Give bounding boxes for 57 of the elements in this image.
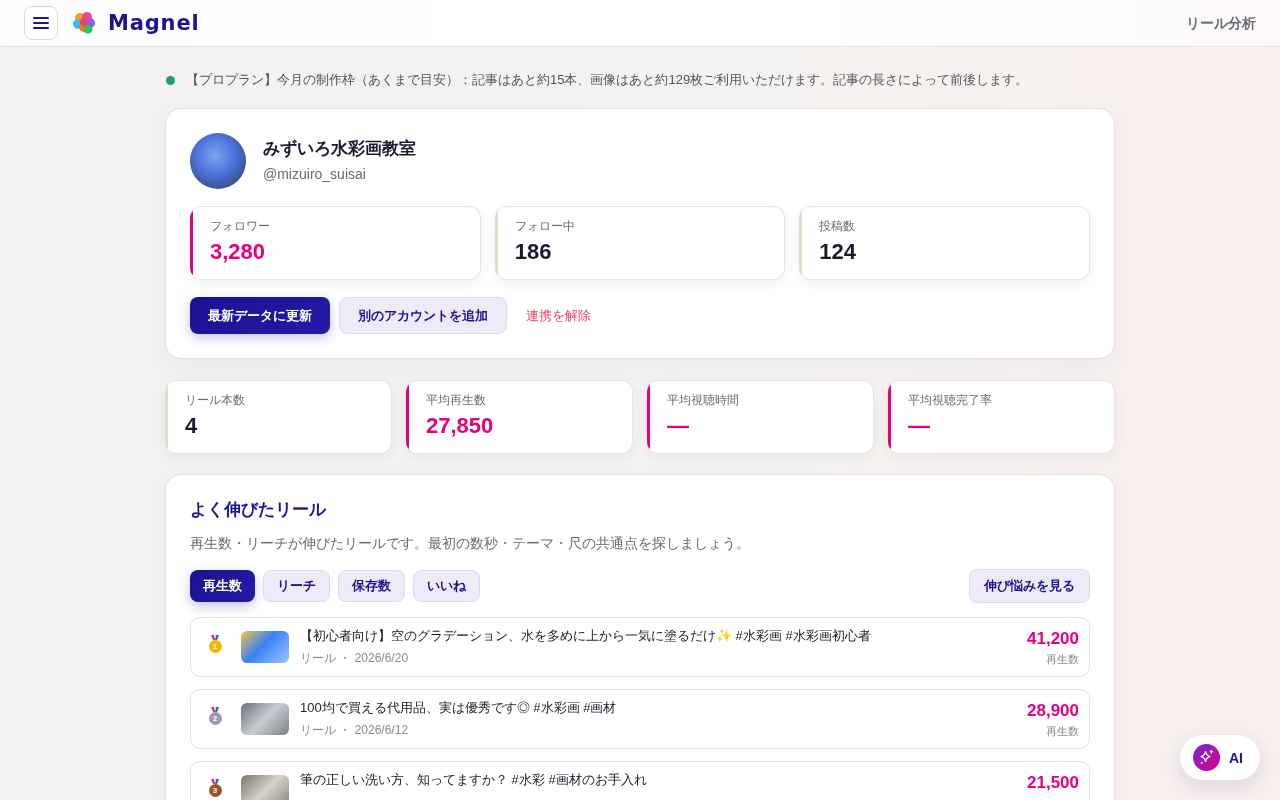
ribbon-icon — [211, 707, 219, 712]
stat-label: 平均視聴時間 — [667, 392, 739, 408]
refresh-button[interactable]: 最新データに更新 — [190, 297, 330, 334]
reel-meta: リール ・ 2026/6/20 — [300, 650, 410, 666]
rank-medal: 3 — [208, 784, 222, 797]
logo-text: Magnel — [108, 11, 200, 35]
stat-value: 124 — [819, 238, 857, 266]
reel-unit: 再生数 — [1046, 724, 1079, 739]
reel-value: 28,900 — [1027, 700, 1079, 722]
reel-meta: リール ・ 2026/6/12 — [300, 722, 410, 738]
rank-medal: 2 — [208, 712, 222, 725]
add-account-button[interactable]: 別のアカウントを追加 — [339, 297, 507, 334]
rank-medal: 1 — [208, 640, 222, 653]
stat-value: 3,280 — [210, 238, 267, 266]
menu-icon — [33, 17, 49, 29]
reel-card[interactable]: 1 【初心者向け】空のグラデーション、水を多めに上から一気に塗るだけ✨ #水彩画 #水彩画初心者 リール ・ 2026/6/20 41,200 再生数 — [190, 617, 1090, 677]
stat-value: 186 — [514, 238, 553, 266]
reel-value: 21,500 — [1027, 772, 1079, 794]
reel-card[interactable]: 2 100均で買える代用品、実は優秀です◎ #水彩画 #画材 リール ・ 2026/6/12 28,900 再生数 — [190, 689, 1090, 749]
account-handle: @mizuiro_suisai — [263, 164, 367, 184]
account-name: みずいろ水彩画教室 — [263, 138, 416, 159]
stat-label: 平均視聴完了率 — [908, 392, 992, 408]
metric-tab[interactable]: いいね — [413, 570, 480, 602]
logo-icon — [73, 12, 95, 34]
metric-tab[interactable]: リーチ — [263, 570, 330, 602]
plan-notice: 【プロプラン】今月の制作枠（あくまで目安）：記事はあと約15本、画像はあと約129枚ご利用いただけます。記事の長さによって前後します。 — [186, 71, 1029, 89]
menu-button[interactable] — [24, 6, 58, 40]
metric-tab[interactable]: 再生数 — [190, 570, 255, 602]
ribbon-icon — [211, 635, 219, 640]
section-title: よく伸びたリール — [190, 499, 328, 521]
low-performers-button[interactable]: 伸び悩みを見る — [969, 569, 1090, 603]
stat-label: フォロワー — [210, 218, 270, 234]
stat-label: フォロー中 — [514, 218, 575, 234]
ribbon-icon — [211, 779, 219, 784]
section-description: 再生数・リーチが伸びたリールです。最初の数秒・テーマ・尺の共通点を探しましょう。 — [190, 534, 751, 553]
thumbnail-placeholder — [241, 703, 289, 735]
metric-tab[interactable]: 保存数 — [338, 570, 405, 602]
stat-value: — — [667, 412, 690, 440]
thumbnail-placeholder — [241, 631, 289, 663]
stat-label: リール本数 — [185, 392, 245, 408]
nav-link[interactable]: リール分析 — [1186, 13, 1256, 33]
stat-value: 4 — [185, 412, 199, 440]
reel-unit: 再生数 — [1046, 652, 1079, 667]
reel-title: 100均で買える代用品、実は優秀です◎ #水彩画 #画材 — [300, 699, 618, 717]
unlink-link[interactable]: 連携を解除 — [516, 297, 601, 334]
reel-title: 【初心者向け】空のグラデーション、水を多めに上から一気に塗るだけ✨ #水彩画 #水彩画初心者 — [300, 627, 872, 645]
reel-value: 41,200 — [1027, 628, 1079, 650]
stat-value: — — [908, 412, 931, 440]
avatar-photo — [190, 133, 246, 189]
stat-value: 27,850 — [426, 412, 494, 440]
ai-assistant-button[interactable]: AI — [1180, 735, 1260, 780]
reel-card[interactable]: 3 筆の正しい洗い方、知ってますか？ #水彩 #画材のお手入れ 21,500 — [190, 761, 1090, 800]
stat-label: 平均再生数 — [426, 392, 487, 408]
reel-title: 筆の正しい洗い方、知ってますか？ #水彩 #画材のお手入れ — [300, 771, 648, 789]
stat-label: 投稿数 — [819, 218, 857, 234]
sparkle-icon — [1193, 744, 1220, 771]
thumbnail-placeholder — [241, 775, 289, 800]
